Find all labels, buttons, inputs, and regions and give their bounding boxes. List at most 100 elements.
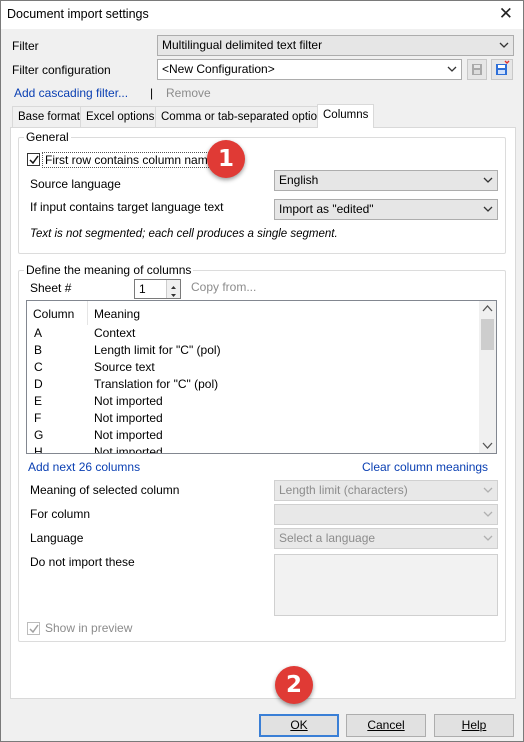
list-item[interactable]: H Not imported	[27, 445, 479, 454]
target-language-text-select[interactable]: Import as "edited"	[274, 199, 498, 220]
language-select[interactable]: Select a language	[274, 528, 498, 549]
cancel-button-label: Cancel	[367, 718, 405, 732]
do-not-import-label: Do not import these	[30, 555, 135, 569]
chevron-down-icon	[483, 511, 493, 517]
help-button[interactable]: Help	[434, 714, 514, 737]
first-row-checkbox[interactable]	[27, 153, 40, 166]
sheet-label: Sheet #	[30, 281, 72, 295]
list-item[interactable]: G Not imported	[27, 428, 479, 445]
chevron-down-icon	[499, 42, 509, 48]
chevron-down-icon	[483, 535, 493, 541]
target-language-text-label: If input contains target language text	[30, 200, 224, 214]
chevron-down-icon	[483, 177, 493, 183]
chevron-down-icon	[483, 206, 493, 212]
source-language-value: English	[279, 173, 319, 187]
chevron-down-icon	[483, 487, 493, 493]
save-icon	[472, 64, 482, 75]
list-item[interactable]: A Context	[27, 326, 479, 343]
spin-down-button[interactable]	[166, 289, 180, 298]
meaning-header[interactable]: Meaning	[94, 307, 140, 321]
list-scrollbar[interactable]	[479, 301, 496, 453]
show-in-preview-label: Show in preview	[45, 621, 133, 635]
copy-from-link[interactable]: Copy from...	[191, 280, 256, 294]
first-row-label[interactable]: First row contains column names	[42, 152, 224, 168]
row-meaning: Not imported	[94, 445, 163, 454]
row-meaning: Not imported	[94, 428, 163, 442]
tab-comma-tab-options[interactable]: Comma or tab-separated options	[155, 106, 336, 127]
list-item[interactable]: B Length limit for "C" (pol)	[27, 343, 479, 360]
row-meaning: Context	[94, 326, 136, 340]
sheet-number-spinner[interactable]: 1	[134, 279, 181, 299]
sheet-number-value: 1	[139, 282, 146, 296]
row-column: B	[34, 343, 43, 357]
list-item[interactable]: F Not imported	[27, 411, 479, 428]
annotation-badge-1: 1	[207, 140, 245, 178]
caret-down-icon	[171, 294, 176, 297]
meaning-selected-value: Length limit (characters)	[279, 483, 408, 497]
filter-select-value: Multilingual delimited text filter	[162, 38, 323, 52]
add-next-columns-link[interactable]: Add next 26 columns	[28, 460, 140, 474]
language-value: Select a language	[279, 531, 376, 545]
filter-configuration-select[interactable]: <New Configuration>	[157, 59, 462, 80]
scroll-up-icon[interactable]	[482, 305, 493, 312]
window-title: Document import settings	[7, 7, 149, 21]
meaning-selected-select[interactable]: Length limit (characters)	[274, 480, 498, 501]
ok-button[interactable]: OK	[259, 714, 339, 737]
for-column-label: For column	[30, 507, 91, 521]
segmentation-note: Text is not segmented; each cell produce…	[30, 228, 338, 240]
list-item[interactable]: E Not imported	[27, 394, 479, 411]
row-meaning: Not imported	[94, 394, 163, 408]
row-meaning: Source text	[94, 360, 155, 374]
row-meaning: Translation for "C" (pol)	[94, 377, 219, 391]
tab-label: Base format	[18, 111, 80, 123]
tab-label: Excel options	[86, 111, 155, 123]
columns-list[interactable]: Column Meaning A Context B Length limit fo…	[26, 300, 497, 454]
row-meaning: Length limit for "C" (pol)	[94, 343, 221, 357]
save-as-icon	[496, 60, 510, 75]
row-column: H	[34, 445, 43, 454]
columns-list-header: Column Meaning	[27, 301, 479, 325]
filter-configuration-label: Filter configuration	[12, 63, 111, 77]
row-meaning: Not imported	[94, 411, 163, 425]
ok-button-label: OK	[290, 718, 308, 732]
source-language-label: Source language	[30, 177, 121, 191]
new-config-button[interactable]	[491, 59, 513, 80]
tab-base-format[interactable]: Base format	[12, 106, 86, 127]
column-header[interactable]: Column	[33, 307, 74, 321]
for-column-select[interactable]	[274, 504, 498, 525]
header-divider	[87, 301, 88, 325]
meaning-selected-label: Meaning of selected column	[30, 483, 180, 497]
add-cascading-filter-link[interactable]: Add cascading filter...	[14, 86, 128, 100]
do-not-import-input[interactable]	[274, 554, 498, 616]
filter-configuration-value: <New Configuration>	[162, 62, 275, 76]
columns-group-title: Define the meaning of columns	[24, 263, 194, 277]
row-column: C	[34, 360, 43, 374]
tab-label: Columns	[323, 109, 369, 121]
filter-label: Filter	[12, 39, 39, 53]
clear-column-meanings-link[interactable]: Clear column meanings	[362, 460, 488, 474]
link-separator: |	[150, 86, 154, 100]
tab-excel-options[interactable]: Excel options	[80, 106, 161, 127]
save-config-button[interactable]	[467, 59, 487, 80]
source-language-select[interactable]: English	[274, 170, 498, 191]
list-item[interactable]: D Translation for "C" (pol)	[27, 377, 479, 394]
row-column: F	[34, 411, 42, 425]
row-column: E	[34, 394, 43, 408]
tab-columns[interactable]: Columns	[317, 104, 375, 128]
help-button-label: Help	[461, 718, 487, 732]
chevron-down-icon	[447, 66, 457, 72]
list-item[interactable]: C Source text	[27, 360, 479, 377]
filter-select[interactable]: Multilingual delimited text filter	[157, 35, 514, 56]
target-language-text-value: Import as "edited"	[279, 202, 374, 216]
row-column: G	[34, 428, 44, 442]
remove-link[interactable]: Remove	[166, 86, 211, 100]
title-bar: Document import settings ✕	[1, 1, 523, 29]
spin-up-button[interactable]	[166, 280, 180, 289]
cancel-button[interactable]: Cancel	[346, 714, 426, 737]
close-icon[interactable]: ✕	[499, 4, 513, 24]
scrollbar-thumb[interactable]	[481, 319, 494, 350]
row-column: D	[34, 377, 43, 391]
tab-label: Comma or tab-separated options	[161, 111, 330, 123]
show-in-preview-checkbox[interactable]	[27, 622, 40, 635]
scroll-down-icon[interactable]	[482, 442, 493, 449]
